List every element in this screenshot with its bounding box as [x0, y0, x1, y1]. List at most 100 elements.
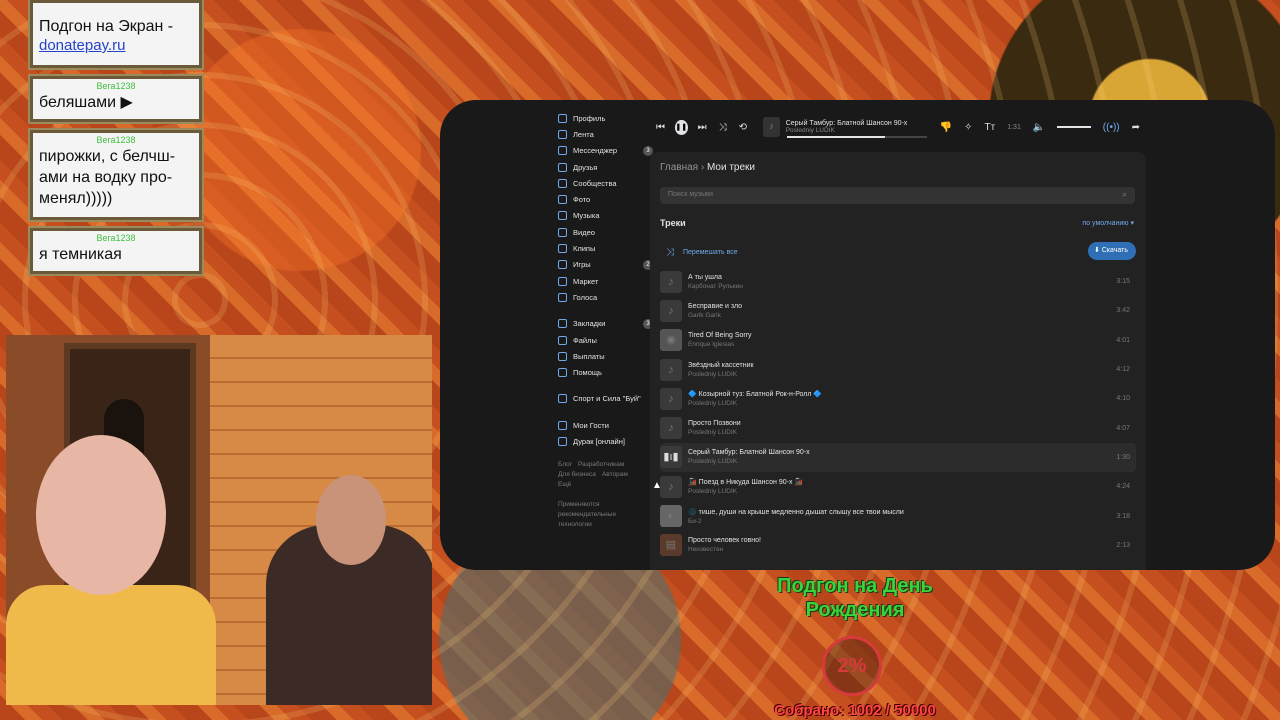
- footer-link[interactable]: Авторам: [602, 471, 628, 478]
- sort-dropdown[interactable]: по умолчанию ▾: [1082, 219, 1134, 227]
- lyrics-icon[interactable]: Tт: [985, 122, 996, 133]
- sidebar-item[interactable]: Мои Гости: [558, 417, 653, 433]
- footer-link[interactable]: Разработчикам: [578, 461, 624, 468]
- profile-icon: [558, 113, 567, 123]
- breadcrumb-current: Мои треки: [706, 162, 755, 173]
- download-button[interactable]: ⬇ Скачать: [1087, 242, 1136, 260]
- market-icon: [558, 276, 567, 286]
- track-cover: ♪: [660, 475, 682, 498]
- video-icon: [558, 227, 567, 237]
- track-cover: ◉: [660, 329, 682, 352]
- donation-progress-ring: 2%: [822, 636, 882, 696]
- prev-icon[interactable]: ⏮: [656, 122, 665, 133]
- chat-text: Подгон на Экран -: [39, 18, 174, 35]
- browser-window: Профиль Лента Мессенджер 3 Друзья Сообщес…: [440, 100, 1275, 570]
- track-row[interactable]: ◐ 🌑 тише, души на крыше медленно дышат сл…: [660, 501, 1136, 530]
- sidebar-item[interactable]: Выплаты: [558, 348, 653, 364]
- track-row[interactable]: ♪ А ты ушла Карбонат Рулькин 3:15: [660, 267, 1136, 296]
- bookmarks-icon: [558, 319, 567, 329]
- track-list: ♪ А ты ушла Карбонат Рулькин 3:15 ♪ Бесправи…: [660, 267, 1136, 560]
- track-row[interactable]: ◉ Tired Of Being Sorry Enrique Iglesias 4:0…: [660, 326, 1136, 355]
- chat-overlay: Подгон на Экран - donatepay.ru Вега1238 …: [28, 0, 204, 282]
- repeat-icon[interactable]: ⟲: [739, 122, 747, 133]
- footer-note: Применяются рекомендательные технологии: [558, 500, 617, 528]
- volume-slider[interactable]: [1057, 126, 1091, 128]
- files-icon: [558, 335, 567, 345]
- track-cover: ♪: [660, 358, 682, 381]
- sidebar-item[interactable]: Мессенджер 3: [558, 143, 653, 159]
- games-icon: [558, 260, 567, 270]
- next-icon[interactable]: ⏭: [698, 122, 707, 133]
- sidebar-item[interactable]: Профиль: [558, 110, 653, 126]
- shuffle-icon[interactable]: ⤨: [719, 122, 727, 133]
- progress-bar[interactable]: [787, 136, 927, 138]
- chat-author: [39, 5, 193, 16]
- sidebar-item[interactable]: Фото: [558, 191, 653, 207]
- webcam-feed: [6, 335, 432, 705]
- now-playing[interactable]: Серый Тамбур: Блатной Шансон 90-х Posled…: [786, 120, 920, 134]
- sidebar-item[interactable]: Дурак [онлайн]: [558, 433, 653, 449]
- chat-text: беляшами ▶: [39, 94, 133, 111]
- sidebar-item[interactable]: Закладки 3: [558, 316, 653, 332]
- track-row[interactable]: ▤ Просто человек говно! Неизвестен 2:13: [660, 531, 1136, 560]
- track-row[interactable]: ♪ Звёздный кассетник Posledniy LUDIK 4:12: [660, 355, 1136, 384]
- share-icon[interactable]: ➦: [1132, 122, 1140, 133]
- messenger-icon: [558, 146, 567, 156]
- chat-message: Подгон на Экран - donatepay.ru: [28, 0, 204, 70]
- sidebar-item[interactable]: Голоса: [558, 289, 653, 305]
- shuffle-all-button[interactable]: ⤨ Перемешать все: [666, 247, 738, 258]
- chat-message: Вега1238 беляшами ▶: [28, 74, 204, 124]
- sidebar-item[interactable]: Клипы: [558, 240, 653, 256]
- sidebar-item[interactable]: Игры 2: [558, 257, 653, 273]
- sidebar-item[interactable]: Сообщества: [558, 175, 653, 191]
- footer-link[interactable]: Ещё: [558, 481, 571, 488]
- audio-player: ⏮ ❚❚ ⏭ ⤨ ⟲ ♪ Серый Тамбур: Блатной Шансо…: [650, 108, 1146, 146]
- chat-text: пирожки, с белчш-ами на водку про-менял)…: [39, 148, 176, 207]
- track-row-playing[interactable]: ▮ı▮ Серый Тамбур: Блатной Шансон 90-х Posl…: [660, 442, 1136, 473]
- track-row[interactable]: ♪ 🚂 Поезд в Никуда Шансон 90-х 🚂 Posledniy…: [660, 472, 1136, 501]
- sidebar-item[interactable]: Маркет: [558, 273, 653, 289]
- help-icon: [558, 368, 567, 378]
- payouts-icon: [558, 351, 567, 361]
- track-row[interactable]: ♪ Бесправие и зло Garik Garik 3:42: [660, 296, 1136, 325]
- track-row[interactable]: ♪ 🔷 Козырной туз: Блатной Рок-н-Ролл 🔷 Pos…: [660, 384, 1136, 413]
- sidebar-item[interactable]: Друзья: [558, 159, 653, 175]
- breadcrumb-home[interactable]: Главная: [660, 162, 698, 173]
- track-cover: ♪: [762, 117, 780, 137]
- photo-icon: [558, 195, 567, 205]
- music-icon: [558, 211, 567, 221]
- clips-icon: [558, 244, 567, 254]
- track-cover: ♪: [660, 417, 682, 440]
- feed-icon: [558, 129, 567, 139]
- dislike-icon[interactable]: 👎: [940, 122, 952, 133]
- section-title: Треки: [660, 218, 686, 228]
- sidebar-item[interactable]: Помощь: [558, 364, 653, 380]
- sidebar-item[interactable]: Музыка: [558, 208, 653, 224]
- chat-text: я темникая: [39, 246, 122, 263]
- search-input[interactable]: Поиск музыки ⌕: [660, 187, 1135, 204]
- sidebar-item[interactable]: Спорт и Сила "Буй": [558, 391, 653, 407]
- volume-icon[interactable]: 🔈: [1033, 122, 1045, 133]
- chat-author: Вега1238: [96, 81, 136, 91]
- chat-link[interactable]: donatepay.ru: [39, 37, 193, 54]
- chat-author: Вега1238: [96, 135, 136, 145]
- sidebar-item[interactable]: Лента: [558, 126, 653, 142]
- friends-icon: [558, 162, 567, 172]
- mouse-cursor-icon: ▲: [652, 480, 662, 491]
- pause-button[interactable]: ❚❚: [675, 119, 688, 135]
- track-cover: ♪: [660, 299, 682, 322]
- search-icon[interactable]: ⌕: [1123, 190, 1127, 200]
- footer-link[interactable]: Блог: [558, 461, 572, 468]
- footer-link[interactable]: Для бизнеса: [558, 471, 596, 478]
- sidebar-item[interactable]: Видео: [558, 224, 653, 240]
- track-row[interactable]: ♪ Просто Позвони Posledniy LUDIK 4:07: [660, 413, 1136, 442]
- broadcast-icon[interactable]: ((•)): [1103, 122, 1120, 133]
- shuffle-icon: ⤨: [666, 247, 674, 258]
- chat-message: Вега1238 я темникая: [28, 226, 204, 276]
- sidebar-item[interactable]: Файлы: [558, 332, 653, 348]
- track-cover: ◐: [660, 505, 682, 528]
- app-icon: [558, 420, 567, 430]
- breadcrumb: Главная › Мои треки: [660, 162, 755, 173]
- sparkle-icon[interactable]: ✧: [964, 122, 972, 133]
- chat-author: Вега1238: [96, 233, 136, 243]
